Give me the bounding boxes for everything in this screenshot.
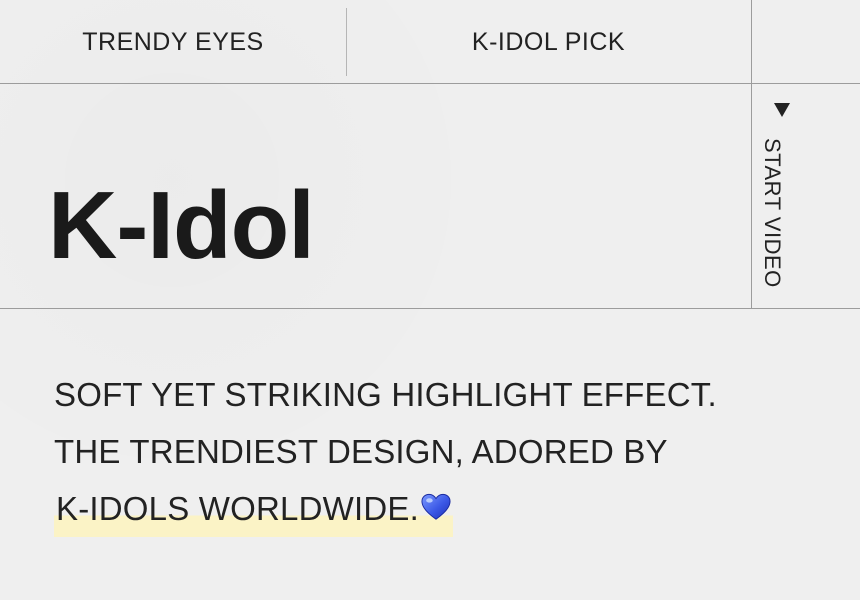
page: TRENDY EYES K-IDOL PICK K-Idol START VID… [0,0,860,600]
description-line-2: THE TRENDIEST DESIGN, ADORED BY [54,433,668,470]
blue-heart-icon [421,493,451,520]
description-line-1: SOFT YET STRIKING HIGHLIGHT EFFECT. [54,376,717,413]
top-navigation: TRENDY EYES K-IDOL PICK [0,0,860,84]
hero-divider [0,308,860,309]
tab-k-idol-pick-label: K-IDOL PICK [471,27,626,56]
page-title: K-Idol [48,172,315,279]
highlighted-text: K-IDOLS WORLDWIDE. [54,480,453,537]
tab-trendy-eyes-label: TRENDY EYES [82,27,264,56]
play-down-triangle-icon [774,103,790,117]
start-video-label: START VIDEO [760,138,785,288]
start-video-button[interactable]: START VIDEO [752,85,860,308]
description-line-3-wrapper: K-IDOLS WORLDWIDE. [54,480,794,537]
tab-k-idol-pick[interactable]: K-IDOL PICK [346,0,751,84]
description: SOFT YET STRIKING HIGHLIGHT EFFECT. THE … [54,366,794,537]
description-line-3: K-IDOLS WORLDWIDE. [56,490,419,527]
tab-trendy-eyes[interactable]: TRENDY EYES [0,0,346,84]
